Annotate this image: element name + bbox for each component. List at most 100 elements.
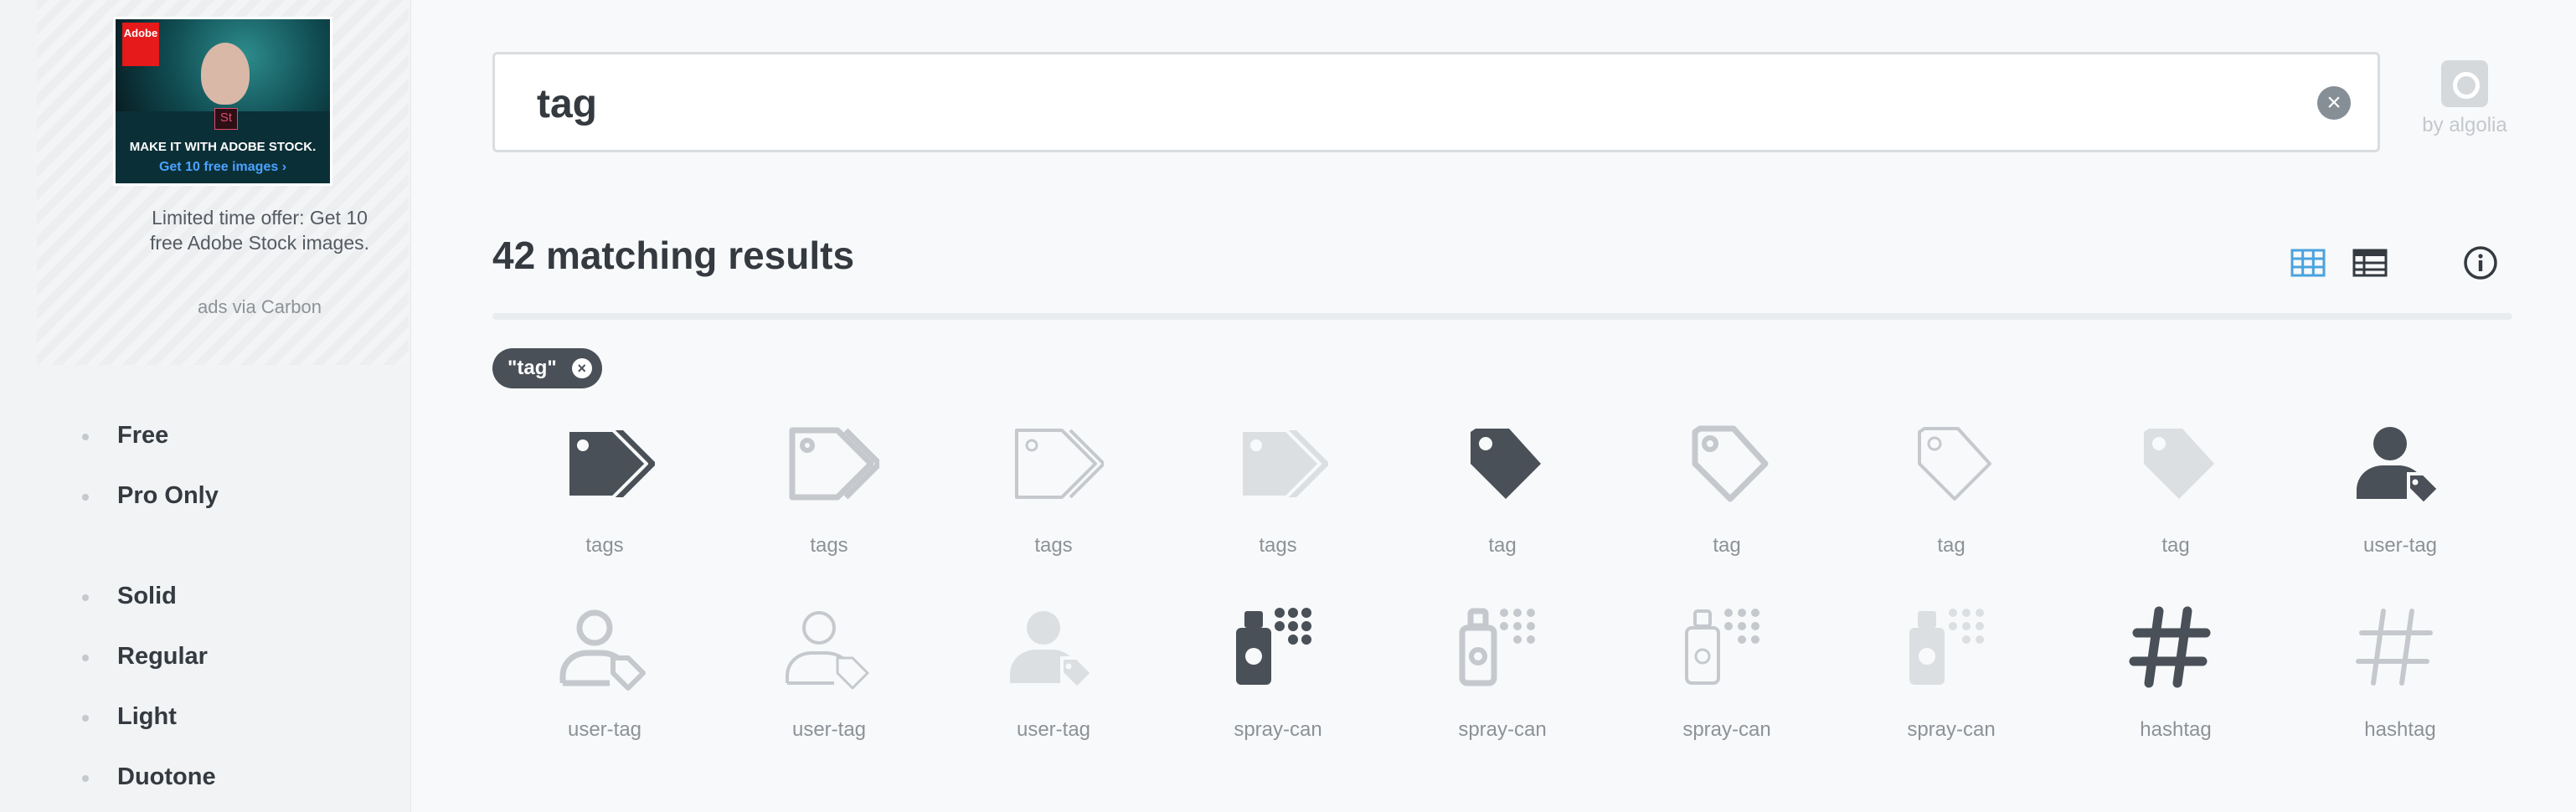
ad-via-carbon[interactable]: ads via Carbon [137, 296, 382, 318]
user-tag-icon [717, 603, 941, 720]
grid-view-button[interactable] [2290, 244, 2326, 281]
algolia-badge[interactable]: by algolia [2419, 60, 2511, 144]
icon-result-user-tag[interactable]: user-tag [2288, 419, 2512, 586]
icon-result-tag[interactable]: tag [1615, 419, 1839, 586]
icon-name: tag [1488, 534, 1517, 557]
carbon-ad[interactable]: Adobe St MAKE IT WITH ADOBE STOCK. Get 1… [37, 0, 409, 365]
tag-icon [1918, 427, 1991, 501]
icon-name: user-tag [1016, 718, 1091, 741]
tag-icon [1615, 419, 1839, 536]
tags-icon [1239, 429, 1328, 499]
icon-name: spray-can [1682, 718, 1771, 741]
filter-label: Light [117, 703, 177, 730]
tags-icon [941, 419, 1166, 536]
user-tag-icon [2288, 419, 2512, 536]
tags-icon [492, 419, 717, 536]
spray-can-icon [1909, 609, 1984, 685]
chip-label: "tag" [507, 357, 557, 379]
user-tag-icon [1010, 611, 1095, 691]
icon-name: user-tag [2362, 534, 2438, 557]
tag-icon [1839, 419, 2063, 536]
icon-name: user-tag [791, 718, 867, 741]
icon-name: tag [2161, 534, 2190, 557]
user-tag-icon [559, 609, 646, 691]
spray-can-icon [1390, 603, 1615, 720]
info-button[interactable] [2462, 244, 2499, 281]
icon-result-user-tag[interactable]: user-tag [492, 603, 717, 770]
icon-result-spray-can[interactable]: spray-can [1390, 603, 1615, 770]
algolia-label: by algolia [2422, 114, 2507, 136]
icon-result-hashtag[interactable]: hashtag [2288, 603, 2512, 770]
ad-headline: MAKE IT WITH ADOBE STOCK. [129, 140, 317, 154]
filter-label: Free [117, 422, 169, 449]
user-tag-icon [2357, 427, 2441, 506]
list-icon [2352, 249, 2388, 277]
tags-icon [1166, 419, 1390, 536]
icon-name: user-tag [567, 718, 642, 741]
filter-label: Regular [117, 643, 208, 670]
adobe-logo: Adobe [122, 23, 159, 66]
spray-can-icon [1615, 603, 1839, 720]
icon-result-tags[interactable]: tags [492, 419, 717, 586]
tag-icon [1692, 425, 1769, 502]
icon-result-user-tag[interactable]: user-tag [717, 603, 941, 770]
sidebar: Adobe St MAKE IT WITH ADOBE STOCK. Get 1… [0, 0, 411, 812]
hashtag-icon [2129, 606, 2211, 688]
ad-text[interactable]: Limited time offer: Get 10 free Adobe St… [137, 205, 382, 255]
grid-icon [2290, 249, 2326, 277]
tag-icon [2063, 419, 2288, 536]
chip-remove-button[interactable]: × [571, 358, 592, 378]
bullet-icon [82, 775, 89, 782]
filter-label: Duotone [117, 763, 216, 790]
ad-cta[interactable]: Get 10 free images › [116, 160, 330, 175]
stock-badge: St [214, 108, 238, 130]
tag-icon [1390, 419, 1615, 536]
filter-label: Solid [117, 583, 177, 609]
icon-name: spray-can [1907, 718, 1996, 741]
ad-image[interactable]: Adobe St MAKE IT WITH ADOBE STOCK. Get 1… [113, 17, 332, 186]
hashtag-icon [2288, 603, 2512, 720]
bullet-icon [82, 715, 89, 722]
icon-result-hashtag[interactable]: hashtag [2063, 603, 2288, 770]
spray-can-icon [1236, 608, 1311, 685]
icon-result-tag[interactable]: tag [1390, 419, 1615, 586]
icon-result-spray-can[interactable]: spray-can [1615, 603, 1839, 770]
icon-name: tag [1937, 534, 1965, 557]
results-divider [492, 313, 2512, 320]
icon-name: spray-can [1458, 718, 1547, 741]
icon-result-tags[interactable]: tags [717, 419, 941, 586]
search-term-chip[interactable]: "tag" × [492, 348, 602, 388]
icon-name: tag [1713, 534, 1741, 557]
tags-icon [789, 427, 879, 501]
bullet-icon [82, 594, 89, 601]
spray-can-icon [1459, 608, 1535, 686]
icon-result-tag[interactable]: tag [2063, 419, 2288, 586]
tags-icon [566, 429, 655, 499]
icon-name: spray-can [1234, 718, 1322, 741]
user-tag-icon [941, 603, 1166, 720]
tag-icon [1471, 429, 1541, 499]
filter-label: Pro Only [117, 482, 219, 509]
icon-result-tags[interactable]: tags [941, 419, 1166, 586]
tags-icon [717, 419, 941, 536]
bullet-icon [82, 434, 89, 440]
clear-search-button[interactable]: × [2317, 86, 2351, 120]
bullet-icon [82, 655, 89, 661]
user-tag-icon [786, 611, 869, 690]
icon-result-spray-can[interactable]: spray-can [1166, 603, 1390, 770]
spray-can-icon [1839, 603, 2063, 720]
search-input[interactable] [535, 69, 2297, 138]
icon-name: tags [1259, 534, 1297, 557]
icon-name: hashtag [2140, 718, 2212, 741]
icon-result-tag[interactable]: tag [1839, 419, 2063, 586]
ad-portrait [201, 43, 250, 105]
icon-result-spray-can[interactable]: spray-can [1839, 603, 2063, 770]
hashtag-icon [2063, 603, 2288, 720]
icon-result-user-tag[interactable]: user-tag [941, 603, 1166, 770]
hashtag-icon [2356, 609, 2433, 686]
tags-icon [1015, 429, 1104, 499]
icon-name: tags [585, 534, 624, 557]
list-view-button[interactable] [2352, 244, 2388, 281]
spray-can-icon [1166, 603, 1390, 720]
icon-result-tags[interactable]: tags [1166, 419, 1390, 586]
